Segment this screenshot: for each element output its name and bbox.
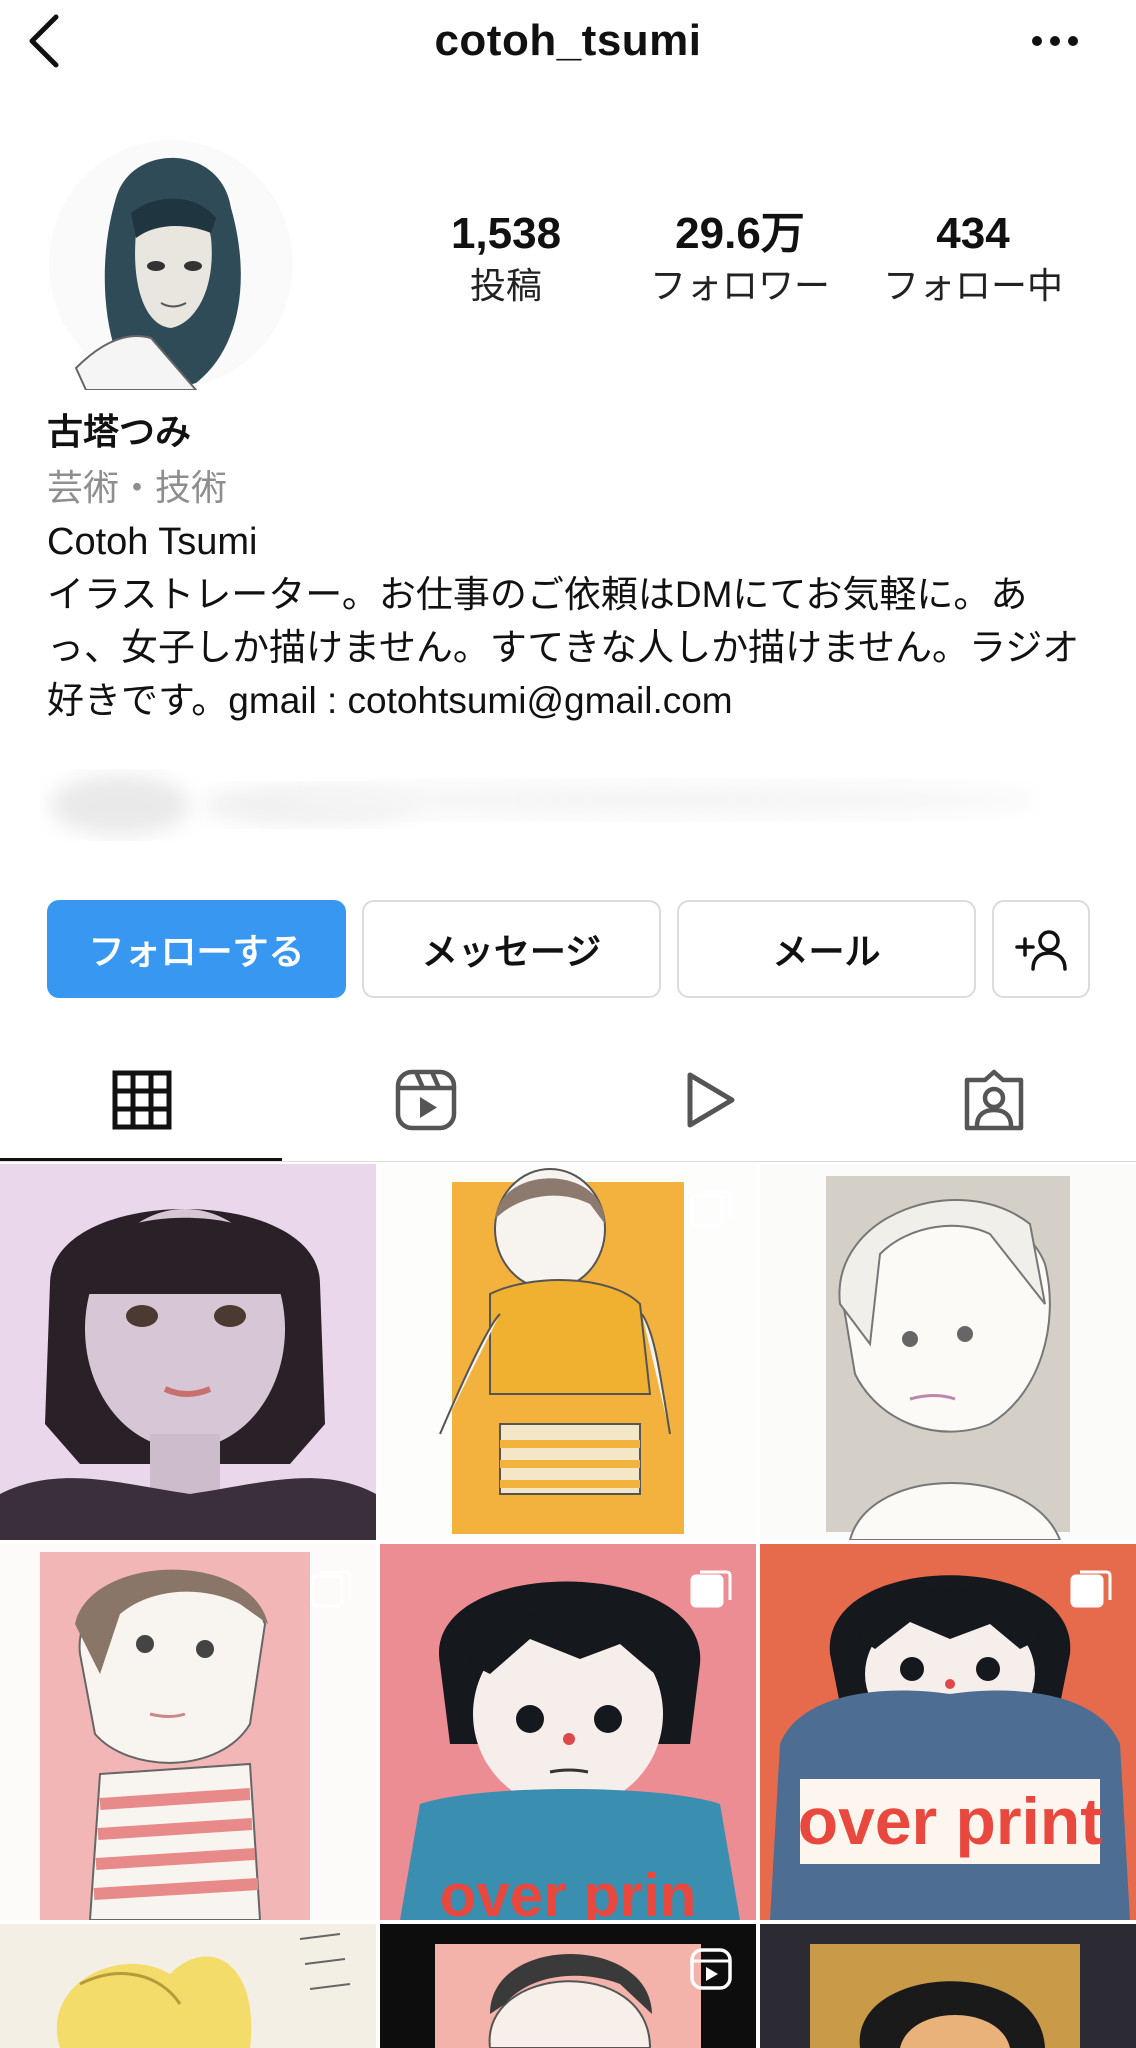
stat-posts[interactable]: 1,538 投稿 xyxy=(406,208,606,310)
suggested-accounts-button[interactable] xyxy=(992,900,1090,998)
tab-reels[interactable] xyxy=(284,1040,568,1160)
post-thumbnail[interactable] xyxy=(380,1924,756,2048)
followers-count: 29.6万 xyxy=(675,209,805,258)
mail-button[interactable]: メール xyxy=(677,900,976,998)
posts-label: 投稿 xyxy=(469,265,542,306)
reels-icon xyxy=(395,1069,457,1131)
profile-username: cotoh_tsumi xyxy=(434,16,702,65)
more-horizontal-icon xyxy=(1032,36,1078,46)
profile-bio: イラストレーター。お仕事のご依頼はDMにてお気軽に。あっ、女子しか描けません。す… xyxy=(47,574,1080,721)
display-name: 古塔つみ xyxy=(47,411,192,452)
follow-button[interactable]: フォローする xyxy=(47,900,346,998)
blurred-highlights xyxy=(40,760,1040,850)
profile-header: cotoh_tsumi xyxy=(0,0,1136,84)
post-thumbnail[interactable]: over print xyxy=(760,1544,1136,1920)
profile-category: 芸術・技術 xyxy=(47,467,228,508)
post-thumbnail[interactable] xyxy=(760,1924,1136,2048)
sweater-print-text: over prin xyxy=(440,1862,697,1920)
tab-posts-grid[interactable] xyxy=(0,1040,284,1160)
multiple-images-icon xyxy=(1070,1570,1112,1608)
post-thumbnail[interactable] xyxy=(380,1164,756,1540)
add-person-icon xyxy=(1015,930,1067,971)
grid-icon xyxy=(112,1070,172,1130)
followers-label: フォロワー xyxy=(649,265,830,306)
tab-tagged[interactable] xyxy=(852,1040,1136,1160)
profile-avatar[interactable] xyxy=(46,138,296,391)
tagged-person-icon xyxy=(964,1069,1024,1131)
sweater-print-text: over print xyxy=(798,1784,1102,1858)
following-count: 434 xyxy=(936,209,1010,258)
post-thumbnail[interactable] xyxy=(760,1164,1136,1540)
posts-count: 1,538 xyxy=(450,209,562,258)
message-button[interactable]: メッセージ xyxy=(362,900,661,998)
tab-videos[interactable] xyxy=(568,1040,852,1160)
following-label: フォロー中 xyxy=(882,265,1063,306)
multiple-images-icon xyxy=(310,1570,352,1608)
multiple-images-icon xyxy=(690,1570,732,1608)
video-play-icon xyxy=(687,1072,735,1128)
more-options-button[interactable] xyxy=(1020,10,1090,72)
tab-divider xyxy=(0,1161,1136,1162)
profile-name-en: Cotoh Tsumi xyxy=(47,521,258,563)
post-thumbnail[interactable] xyxy=(0,1164,376,1540)
post-thumbnail[interactable] xyxy=(0,1924,376,2048)
post-thumbnail[interactable]: over prin xyxy=(380,1544,756,1920)
post-thumbnail[interactable] xyxy=(0,1544,376,1920)
reels-badge-icon xyxy=(690,1948,732,1990)
stat-following[interactable]: 434 フォロー中 xyxy=(873,208,1073,310)
stat-followers[interactable]: 29.6万 フォロワー xyxy=(640,208,840,310)
posts-grid: over prin over print xyxy=(0,1164,1136,2048)
multiple-images-icon xyxy=(690,1190,732,1228)
